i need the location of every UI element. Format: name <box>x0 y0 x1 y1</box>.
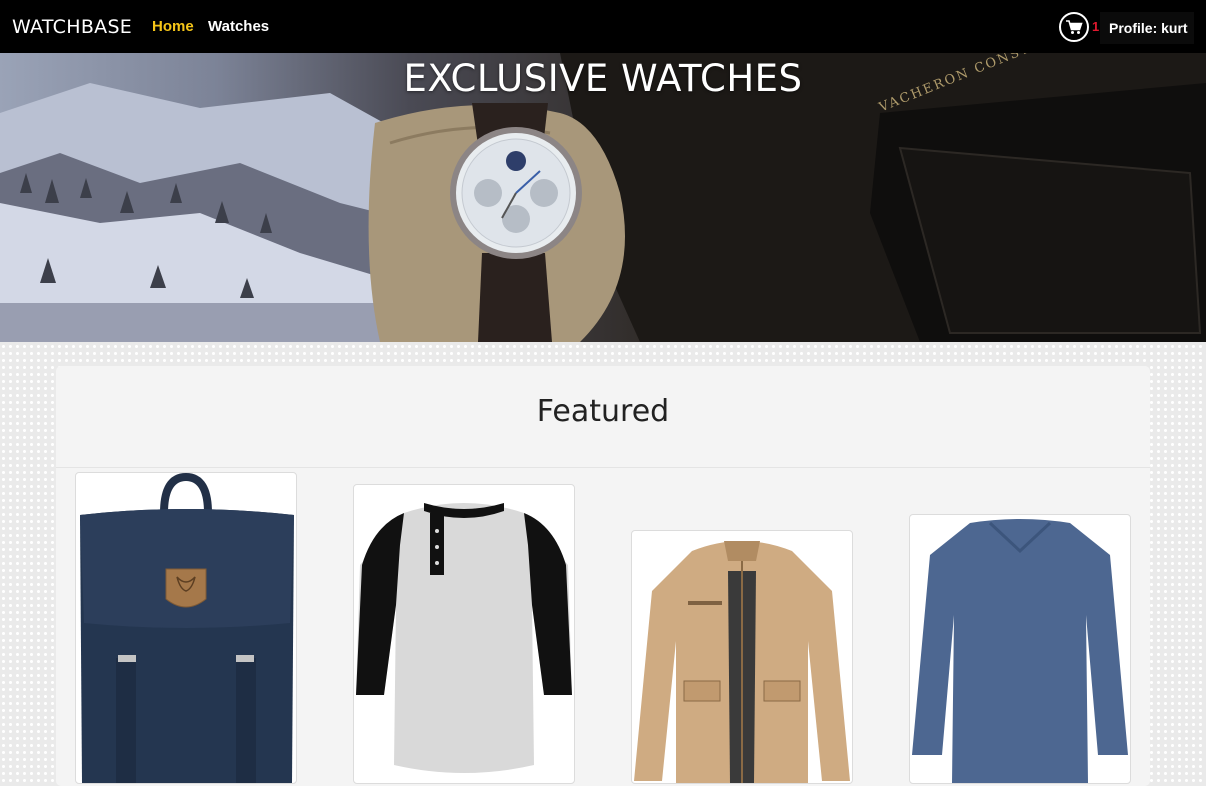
divider <box>56 467 1150 468</box>
cart-button[interactable] <box>1059 12 1089 42</box>
brand-logo[interactable]: WATCHBASE <box>12 16 132 38</box>
product-card-backpack[interactable] <box>75 472 297 784</box>
shopping-cart-icon <box>1066 20 1083 34</box>
product-image-henley <box>356 503 572 773</box>
featured-panel: Featured <box>56 366 1150 786</box>
product-card-vneck[interactable] <box>909 514 1131 784</box>
product-image-backpack <box>80 473 294 783</box>
product-image-vneck <box>912 519 1128 783</box>
profile-button[interactable]: Profile: kurt <box>1100 12 1194 44</box>
product-image-jacket <box>634 541 850 783</box>
cart-count-badge: 1 <box>1092 19 1100 34</box>
product-card-jacket[interactable] <box>631 530 853 784</box>
hero-banner: EXCLUSIVE WATCHES VACHERON CONSTANTIN <box>0 53 1206 342</box>
navbar: WATCHBASE Home Watches 1 Profile: kurt <box>0 0 1206 53</box>
product-card-henley[interactable] <box>353 484 575 784</box>
nav-link-watches[interactable]: Watches <box>208 18 269 35</box>
hero-title: EXCLUSIVE WATCHES <box>403 57 803 100</box>
featured-heading: Featured <box>536 394 670 429</box>
nav-link-home[interactable]: Home <box>152 18 194 35</box>
